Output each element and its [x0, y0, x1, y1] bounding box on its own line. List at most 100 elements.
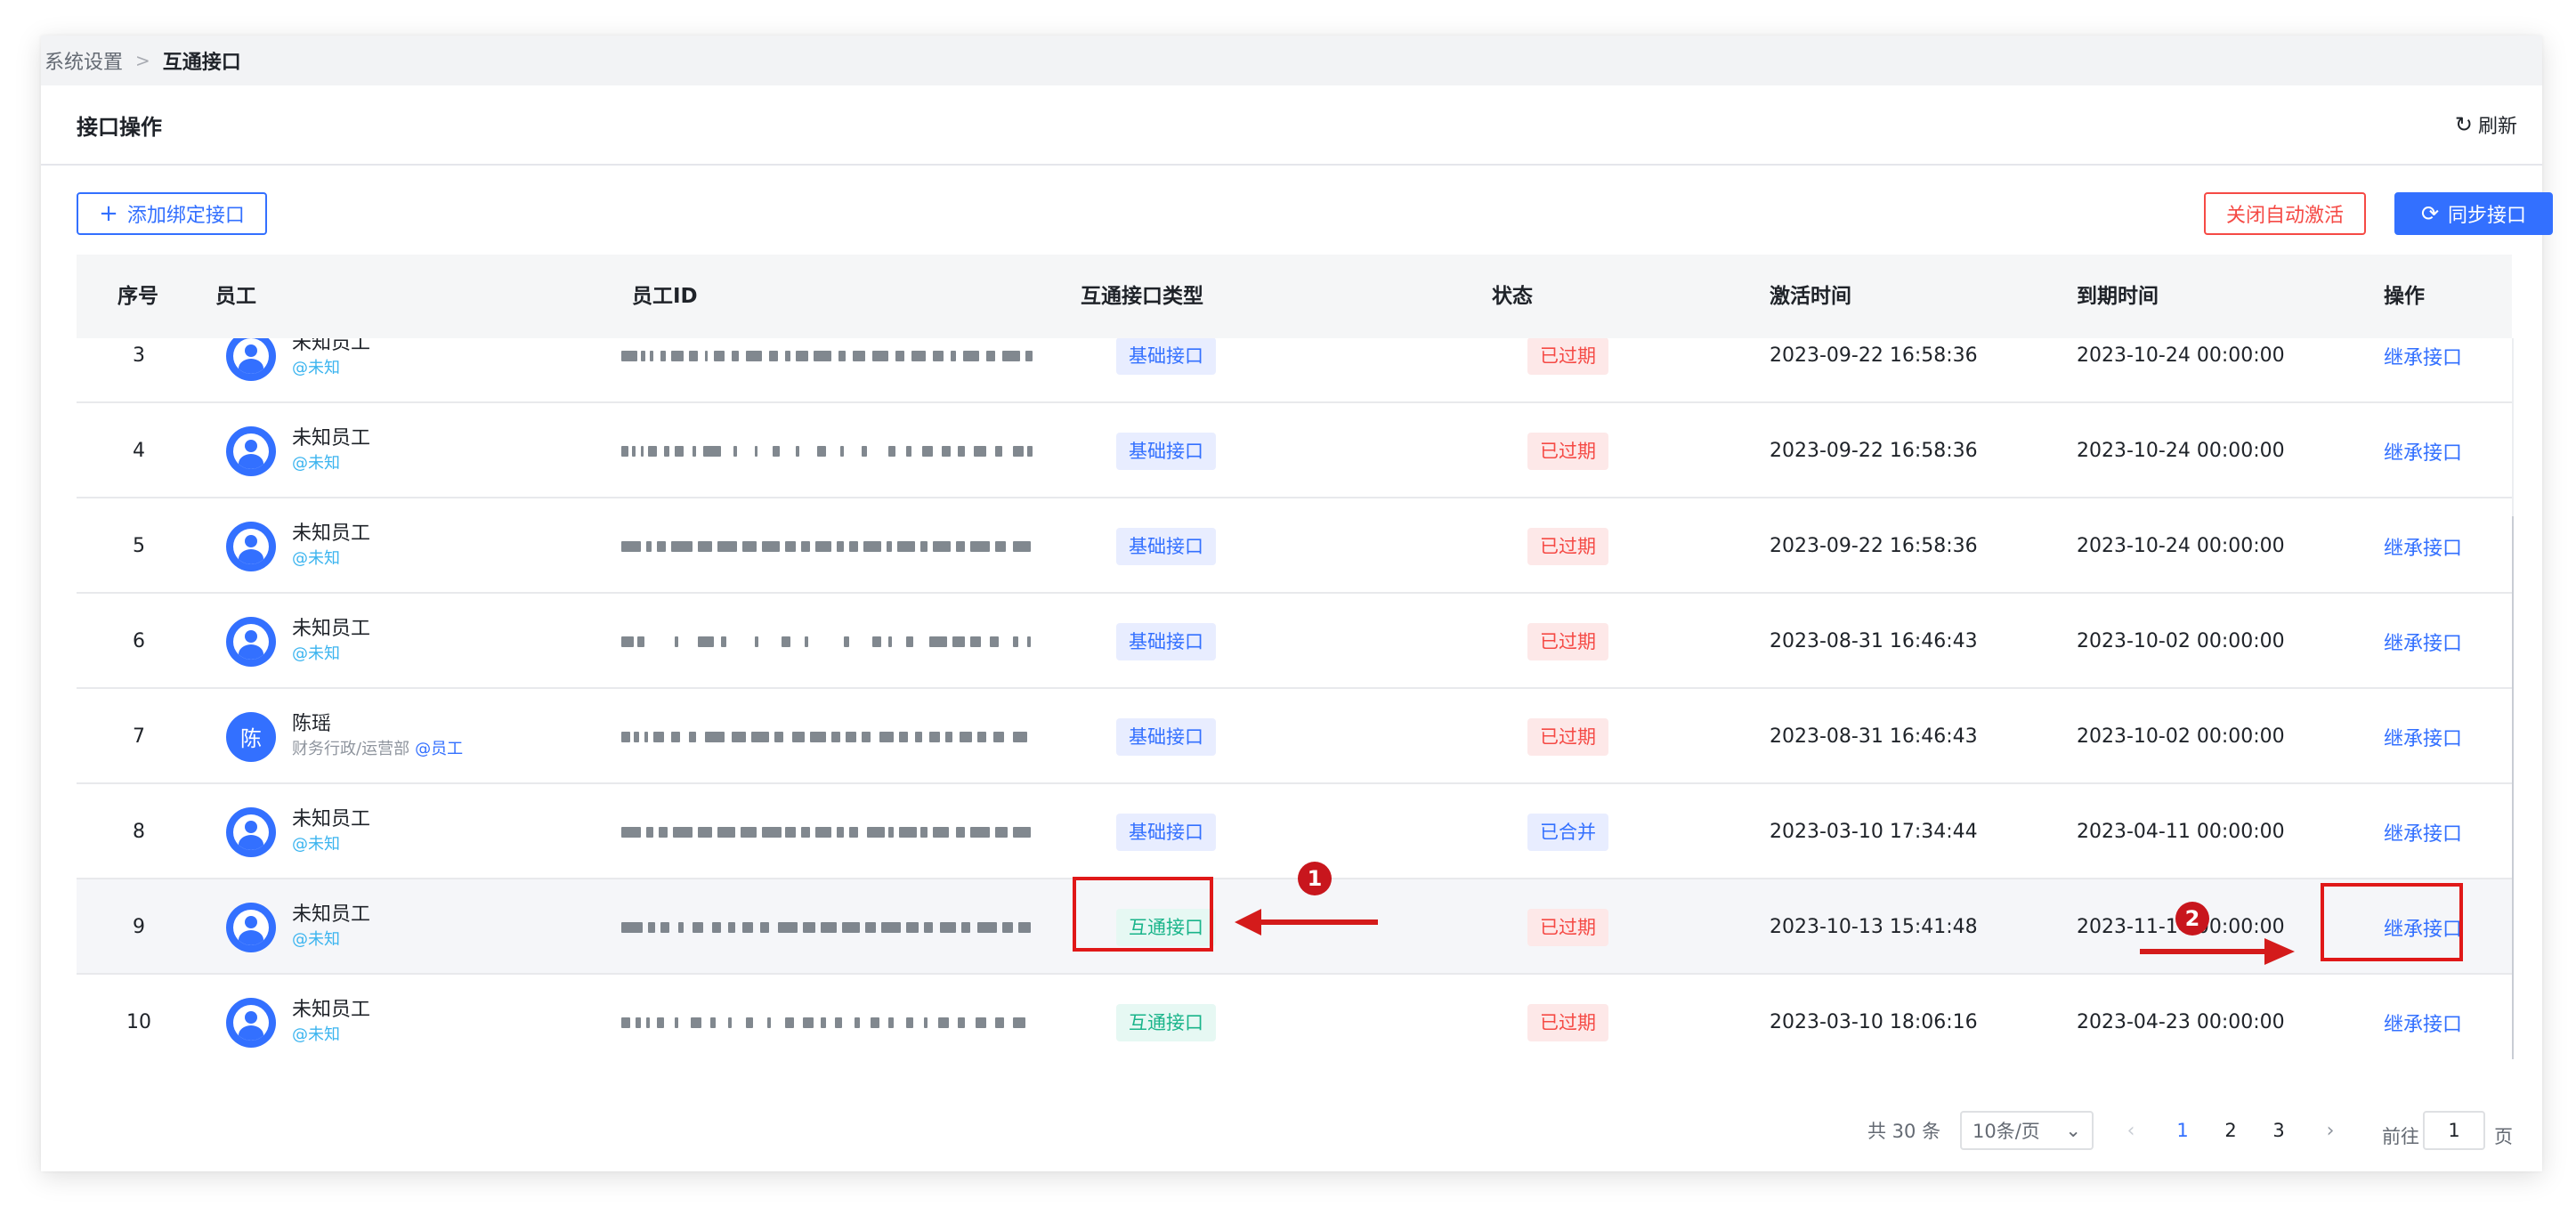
inherit-interface-link[interactable]: 继承接口	[2384, 403, 2512, 498]
employee-id-cell	[621, 498, 1047, 594]
page-1[interactable]: 1	[2167, 1111, 2199, 1150]
status-badge: 已过期	[1527, 717, 1608, 756]
page-3[interactable]: 3	[2263, 1111, 2295, 1150]
expire-time: 2023-10-24 00:00:00	[2077, 440, 2285, 462]
sync-button[interactable]: ⟳ 同步接口	[2394, 192, 2553, 235]
page-size-select[interactable]: 10条/页 ⌄	[1960, 1111, 2094, 1150]
status-cell: 已过期	[1527, 975, 1759, 1059]
user-icon	[233, 814, 269, 850]
row-index: 3	[133, 344, 145, 367]
avatar	[226, 902, 276, 952]
status-badge: 已过期	[1527, 908, 1608, 946]
row-index: 10	[126, 1011, 151, 1033]
inherit-interface-link[interactable]: 继承接口	[2384, 689, 2512, 784]
inherit-interface-link[interactable]: 继承接口	[2384, 594, 2512, 689]
col-expire-time: 到期时间	[2077, 285, 2159, 308]
breadcrumb: 系统设置 > 互通接口	[41, 36, 2542, 85]
type-tag: 基础接口	[1116, 338, 1216, 375]
col-index: 序号	[117, 285, 158, 308]
expire-time: 2023-10-02 00:00:00	[2077, 630, 2285, 652]
type-tag: 基础接口	[1116, 432, 1216, 470]
employee-id-cell	[621, 975, 1047, 1059]
status-badge: 已过期	[1527, 1003, 1608, 1041]
total-count: 共 30 条	[1867, 1121, 1941, 1142]
employee-cell: 未知员工 @未知	[226, 594, 671, 689]
next-page-button[interactable]: ›	[2314, 1111, 2346, 1150]
expire-time: 2023-04-23 00:00:00	[2077, 1011, 2285, 1033]
employee-info: 陈瑶 财务行政/运营部 @员工	[292, 712, 463, 762]
employee-tag: @未知	[292, 929, 340, 949]
employee-tag: @未知	[292, 1025, 340, 1044]
employee-id-cell	[621, 689, 1047, 784]
page-title: 接口操作	[77, 114, 162, 140]
redacted-id-icon	[621, 633, 1034, 651]
add-binding-button[interactable]: + 添加绑定接口	[77, 192, 267, 235]
avatar	[226, 425, 276, 476]
pagination: 共 30 条 10条/页 ⌄ ‹ 1 2 3 › 前往 1 页	[41, 1111, 2542, 1164]
table-row: 10 未知员工 @未知 互通接口 已过期 2023-03-10 18:06:16…	[77, 975, 2512, 1059]
employee-tag: @未知	[292, 834, 340, 854]
page-2[interactable]: 2	[2215, 1111, 2247, 1150]
close-auto-activate-button[interactable]: 关闭自动激活	[2204, 192, 2366, 235]
type-tag: 基础接口	[1116, 813, 1216, 851]
annotation-box-type	[1073, 877, 1213, 952]
scrollbar-thumb[interactable]	[2512, 516, 2514, 1059]
redacted-id-icon	[621, 823, 1034, 841]
breadcrumb-current: 互通接口	[162, 52, 241, 74]
employee-tag: @员工	[415, 739, 464, 758]
annotation-arrowhead-2	[2264, 938, 2295, 965]
prev-page-button[interactable]: ‹	[2115, 1111, 2147, 1150]
app-window: 系统设置 > 互通接口 接口操作 ↻ 刷新 + 添加绑定接口 关闭自动激活 ⟳ …	[41, 36, 2553, 1171]
employee-info: 未知员工 @未知	[292, 998, 370, 1048]
activate-time: 2023-10-13 15:41:48	[1770, 916, 1978, 938]
annotation-badge-2: 2	[2175, 902, 2209, 936]
refresh-button[interactable]: ↻ 刷新	[2455, 110, 2517, 139]
goto-page-input[interactable]: 1	[2423, 1111, 2485, 1150]
close-auto-activate-label: 关闭自动激活	[2225, 205, 2344, 227]
avatar	[226, 806, 276, 857]
type-cell: 基础接口	[1116, 689, 1472, 784]
redacted-id-icon	[621, 538, 1034, 555]
inherit-interface-link[interactable]: 继承接口	[2384, 784, 2512, 879]
avatar	[226, 997, 276, 1048]
employee-cell: 未知员工 @未知	[226, 879, 671, 975]
redacted-id-icon	[621, 1014, 1034, 1032]
employee-name: 未知员工	[292, 426, 371, 450]
status-badge: 已合并	[1527, 813, 1608, 851]
activate-time: 2023-09-22 16:58:36	[1770, 344, 1978, 367]
annotation-arrow-1	[1257, 919, 1378, 925]
table-row: 4 未知员工 @未知 基础接口 已过期 2023-09-22 16:58:36 …	[77, 403, 2512, 498]
expire-time: 2023-10-24 00:00:00	[2077, 344, 2285, 367]
employee-id-cell	[621, 879, 1047, 975]
inherit-interface-link[interactable]: 继承接口	[2384, 338, 2512, 403]
avatar: 陈	[226, 711, 276, 762]
annotation-box-operation	[2321, 883, 2463, 961]
employee-dept: 财务行政/运营部 @员工	[292, 737, 463, 762]
employee-info: 未知员工 @未知	[292, 903, 370, 952]
expire-time: 2023-10-02 00:00:00	[2077, 725, 2285, 748]
toolbar: + 添加绑定接口 关闭自动激活 ⟳ 同步接口	[77, 192, 2553, 237]
redacted-id-icon	[621, 442, 1034, 460]
row-index: 7	[133, 725, 145, 748]
inherit-interface-link[interactable]: 继承接口	[2384, 975, 2512, 1059]
inherit-interface-link[interactable]: 继承接口	[2384, 498, 2512, 594]
expire-time: 2023-10-24 00:00:00	[2077, 535, 2285, 557]
employee-dept-text: 财务行政/运营部	[292, 739, 410, 758]
row-index: 9	[133, 916, 145, 938]
employee-id-cell	[621, 594, 1047, 689]
employee-name: 未知员工	[292, 338, 371, 354]
row-index: 8	[133, 821, 145, 843]
activate-time: 2023-03-10 18:06:16	[1770, 1011, 1978, 1033]
type-tag: 基础接口	[1116, 527, 1216, 565]
table-scrollbar[interactable]	[2512, 338, 2514, 1059]
col-type: 互通接口类型	[1081, 285, 1203, 308]
sync-icon: ⟳	[2420, 201, 2440, 226]
type-tag: 互通接口	[1116, 1003, 1216, 1041]
status-cell: 已过期	[1527, 338, 1759, 403]
redacted-id-icon	[621, 728, 1034, 746]
user-icon	[233, 338, 269, 374]
breadcrumb-parent[interactable]: 系统设置	[45, 46, 123, 75]
user-icon	[233, 1004, 269, 1041]
status-badge: 已过期	[1527, 338, 1608, 375]
employee-info: 未知员工 @未知	[292, 807, 370, 857]
